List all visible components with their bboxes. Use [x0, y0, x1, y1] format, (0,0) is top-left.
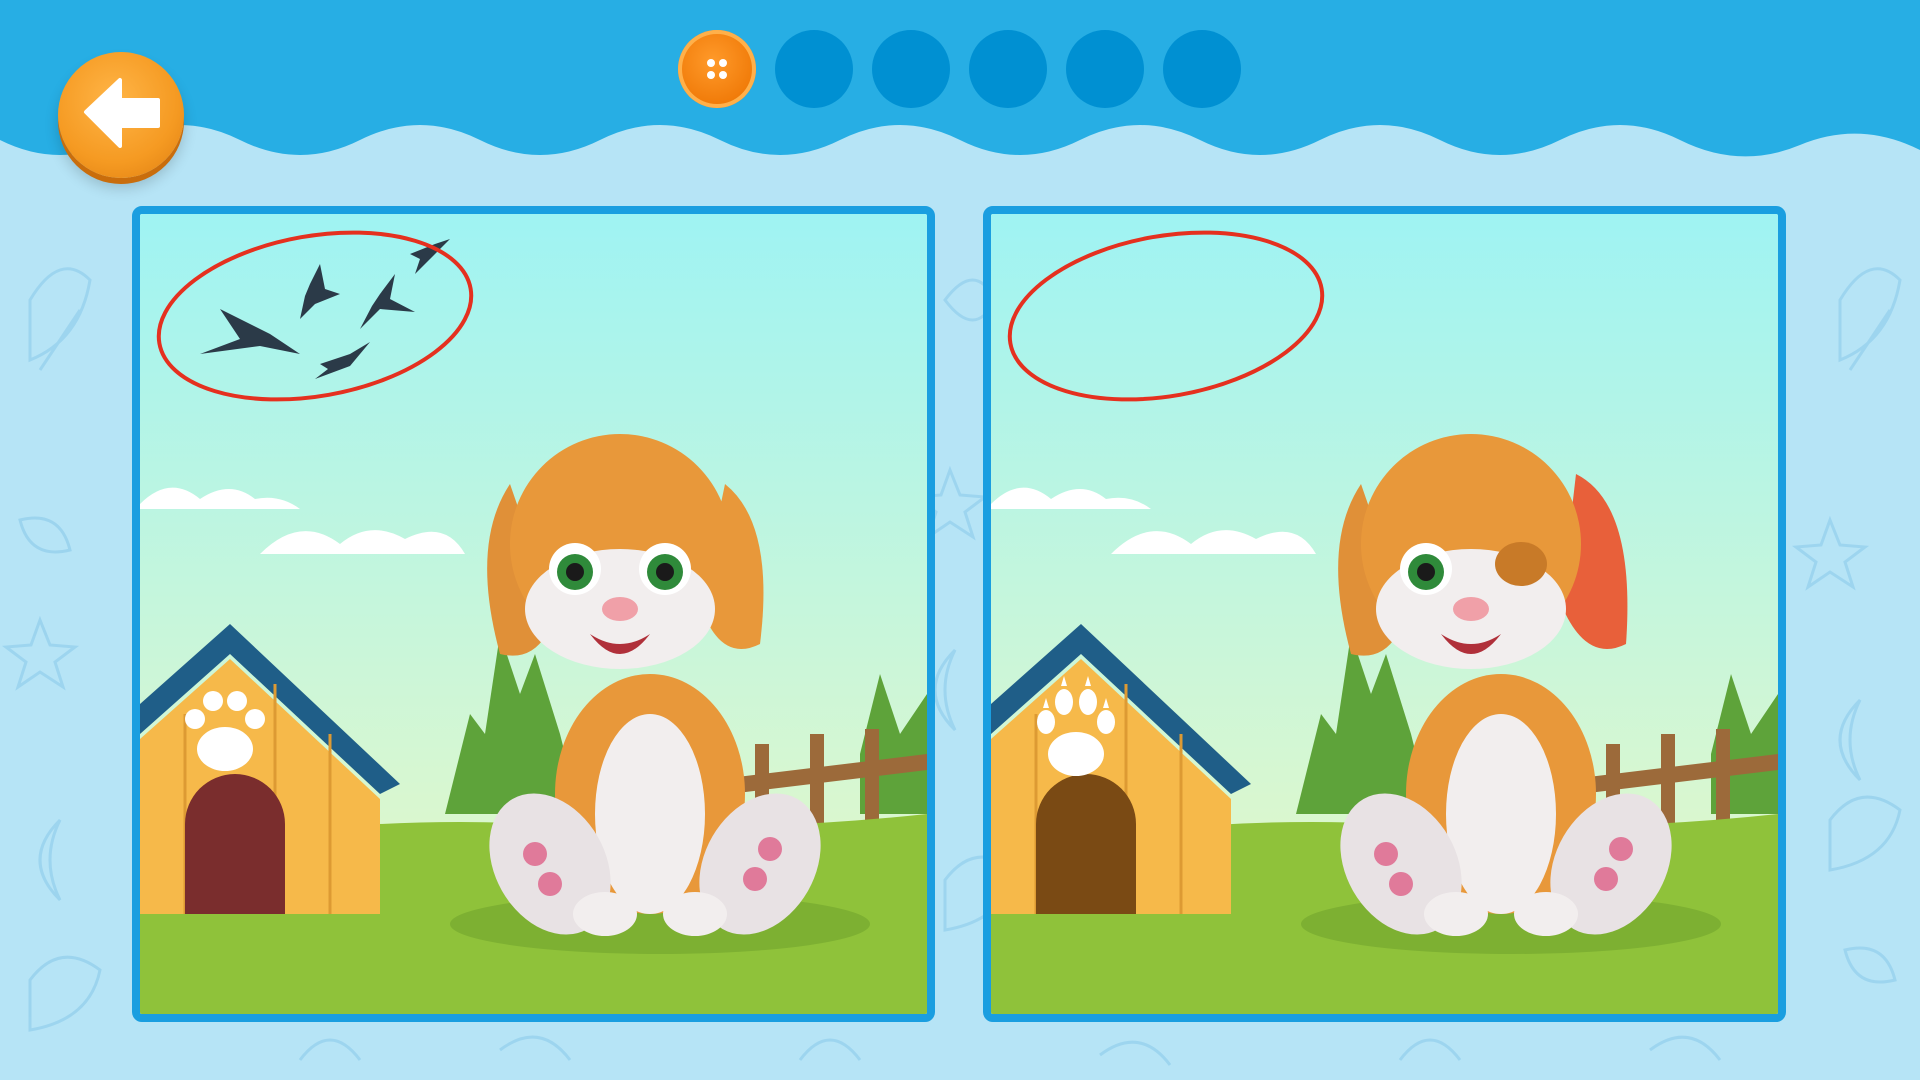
header-bar: [0, 0, 1920, 157]
progress-dot-current: [678, 30, 756, 108]
button-icon: [707, 59, 727, 79]
progress-dot: [969, 30, 1047, 108]
back-button[interactable]: [58, 52, 184, 178]
left-picture-panel[interactable]: [132, 206, 935, 1022]
progress-dot: [872, 30, 950, 108]
found-difference-circle: [156, 230, 474, 402]
arrow-left-icon: [84, 78, 160, 148]
progress-dot: [775, 30, 853, 108]
right-picture-panel[interactable]: [983, 206, 1786, 1022]
progress-dot: [1066, 30, 1144, 108]
progress-dot: [1163, 30, 1241, 108]
found-difference-circle: [1007, 230, 1325, 402]
